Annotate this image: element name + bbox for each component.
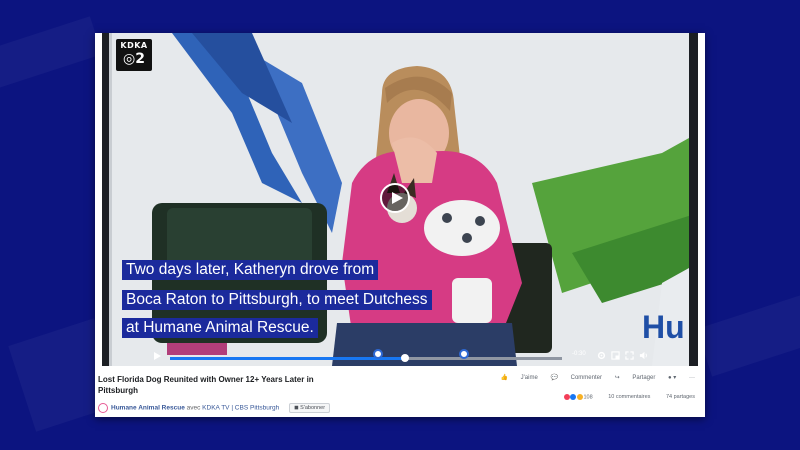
player-controls: -0:30 (102, 346, 698, 366)
page-avatar[interactable] (98, 403, 108, 413)
background-shape (0, 16, 103, 104)
progress-bar[interactable] (170, 349, 562, 362)
post-footer: Lost Florida Dog Reunited with Owner 12+… (95, 366, 705, 417)
wall-sign-text: Hu (642, 309, 685, 345)
popout-icon[interactable] (611, 351, 620, 360)
timeline-marker[interactable] (459, 349, 469, 359)
comment-button[interactable]: 💬 Commenter (550, 375, 601, 381)
comment-count[interactable]: 10 commentaires (608, 394, 650, 400)
channel-logo-number: ◎2 (123, 51, 145, 67)
center-play-button[interactable] (380, 183, 410, 213)
letterbox-left (102, 33, 109, 366)
care-reaction-icon (576, 394, 583, 400)
more-options-icon[interactable]: ··· (689, 375, 695, 381)
page-selector[interactable]: ● ▾ (668, 375, 676, 381)
share-count[interactable]: 74 partages (666, 394, 695, 400)
page-attribution: Humane Animal Rescue avec KDKA TV | CBS … (98, 403, 331, 413)
page-name-link[interactable]: Humane Animal Rescue (111, 405, 185, 412)
like-reaction-icon (570, 394, 577, 400)
post-stats: 108 10 commentaires 74 partages (563, 394, 695, 400)
with-text: avec (186, 404, 201, 412)
time-remaining: -0:30 (572, 351, 586, 357)
play-icon (392, 192, 403, 204)
settings-icon[interactable] (597, 351, 606, 360)
facebook-video-post: Hu KDKA ◎2 Two days later, Katheryn drov… (95, 33, 705, 417)
volume-icon[interactable] (639, 351, 648, 360)
like-button[interactable]: 👍 J'aime (501, 375, 538, 381)
background-shape (696, 273, 800, 377)
progress-fill (170, 357, 406, 360)
caption-line: Boca Raton to Pittsburgh, to meet Dutche… (122, 290, 432, 310)
letterbox-right (689, 33, 698, 366)
video-title: Lost Florida Dog Reunited with Owner 12+… (98, 375, 314, 395)
fullscreen-icon[interactable] (625, 351, 634, 360)
reaction-count[interactable]: 108 (584, 394, 593, 400)
progress-handle[interactable] (401, 354, 410, 362)
subscribe-button[interactable]: ◼ S'abonner (289, 403, 331, 413)
share-button[interactable]: ↪ Partager (615, 375, 656, 381)
video-player[interactable]: Hu KDKA ◎2 Two days later, Katheryn drov… (102, 33, 698, 366)
love-reaction-icon (563, 394, 570, 400)
channel-logo-name: KDKA (120, 41, 148, 50)
caption-line: at Humane Animal Rescue. (122, 318, 318, 338)
channel-logo: KDKA ◎2 (116, 39, 152, 71)
partner-links[interactable]: KDKA TV | CBS Pittsburgh (202, 405, 279, 412)
post-actions: 👍 J'aime 💬 Commenter ↪ Partager ● ▾ ··· (490, 374, 696, 381)
play-icon[interactable] (154, 352, 161, 360)
timeline-marker[interactable] (372, 349, 383, 359)
caption-line: Two days later, Katheryn drove from (122, 260, 379, 280)
